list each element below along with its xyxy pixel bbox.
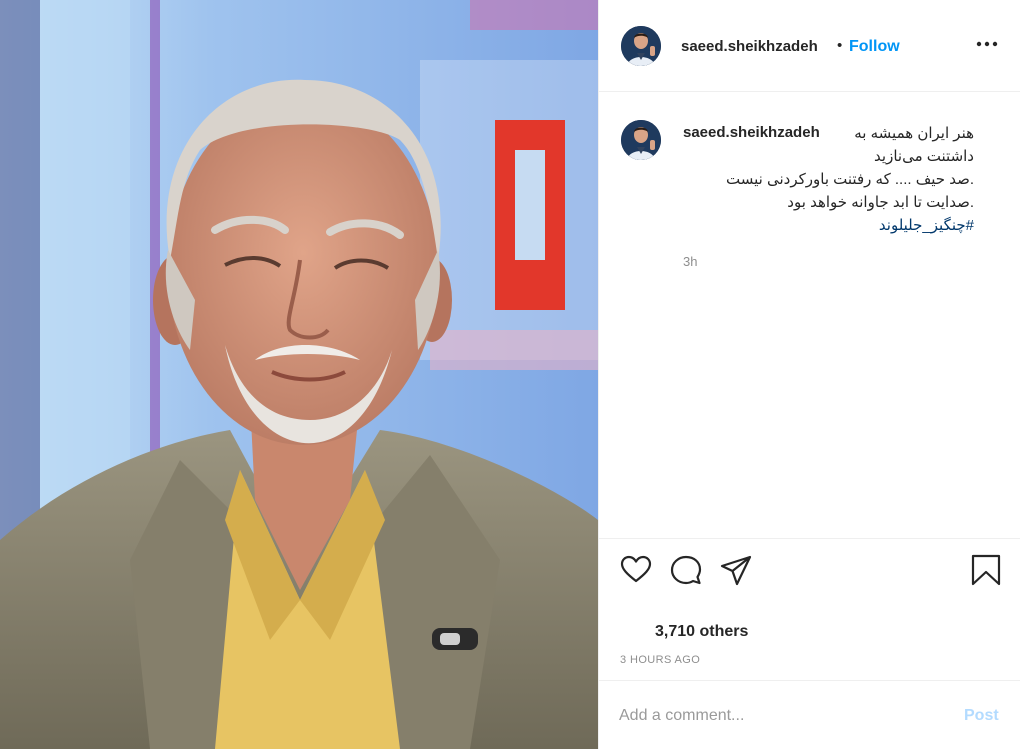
author-username[interactable]: saeed.sheikhzadeh <box>681 38 818 55</box>
comment-input[interactable] <box>619 705 939 727</box>
caption-author-avatar[interactable] <box>621 120 661 160</box>
post-image[interactable] <box>0 0 598 749</box>
caption-username[interactable]: saeed.sheikhzadeh <box>683 124 820 141</box>
more-options-icon[interactable] <box>973 34 1001 54</box>
post-header: saeed.sheikhzadeh • Follow <box>599 0 1020 92</box>
comment-icon[interactable] <box>669 553 703 587</box>
avatar-picture <box>621 26 661 66</box>
heart-icon[interactable] <box>619 553 653 587</box>
share-icon[interactable] <box>719 553 753 587</box>
post-comment-button[interactable]: Post <box>964 707 999 725</box>
bookmark-icon[interactable] <box>969 553 1003 587</box>
caption-hashtag[interactable]: #چنگیز_جلیلوند <box>879 216 974 234</box>
follow-button[interactable]: Follow <box>849 38 900 56</box>
header-separator: • <box>837 37 843 54</box>
posted-time[interactable]: 3 HOURS AGO <box>620 654 700 666</box>
post-actions: 3,710 others 3 HOURS AGO <box>599 538 1020 680</box>
comment-box: Post <box>599 680 1020 749</box>
post-panel: saeed.sheikhzadeh • Follow saeed.sheikhz… <box>598 0 1020 749</box>
likes-count[interactable]: 3,710 others <box>655 623 748 641</box>
caption-line-3: .صد حیف .... که رفتنت باورکردنی نیست <box>726 171 974 188</box>
caption-line-1: هنر ایران همیشه به <box>854 125 974 142</box>
caption-line-4: .صدایت تا ابد جاوانه خواهد بود <box>787 194 974 211</box>
avatar-picture <box>621 120 661 160</box>
author-avatar[interactable] <box>621 26 661 66</box>
caption-time-ago[interactable]: 3h <box>683 254 697 269</box>
caption-line-2: داشتنت می‌نازید <box>874 148 974 165</box>
post-photo-illustration <box>0 0 598 749</box>
